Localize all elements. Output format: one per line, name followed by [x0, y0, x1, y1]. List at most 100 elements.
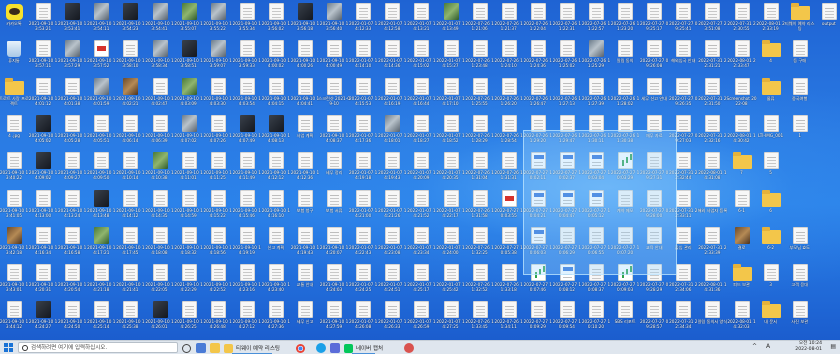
desktop-icon[interactable]: 2022-01-07 14:16:19	[378, 77, 406, 114]
desktop-icon[interactable]: 2021-09-10 13:58:34	[145, 39, 174, 76]
desktop[interactable]: 카카오톡 2021-09-10 13:53:21 2021-09-10 13:53:…	[0, 0, 840, 340]
desktop-icon[interactable]: 2021-09-10 14:00:02	[262, 39, 290, 76]
desktop-icon[interactable]: 2022-08-01 14:32:03	[727, 300, 756, 337]
desktop-icon[interactable]: 2022-01-07 14:13:21	[407, 2, 436, 39]
desktop-icon[interactable]: 2022-01-07 14:23:34	[407, 226, 436, 263]
desktop-icon[interactable]: 휴지통	[1, 39, 27, 76]
desktop-icon[interactable]: 2022-07-26 11:23:20	[611, 2, 639, 39]
desktop-icon[interactable]: 고객 응대	[787, 263, 813, 300]
desktop-icon[interactable]: 2021-09-10 14:24:03	[320, 263, 348, 300]
desktop-icon[interactable]: 2021-09-10 14:11:01	[174, 151, 203, 188]
store-icon[interactable]	[330, 343, 340, 353]
desktop-icon[interactable]: 6-2	[758, 226, 784, 263]
windows-start-icon[interactable]	[4, 343, 14, 353]
desktop-icon[interactable]: 2022-01-07 14:14:10	[349, 39, 377, 76]
desktop-icon[interactable]: 2021-09-10 14:01:12	[29, 77, 57, 114]
desktop-icon[interactable]: 2022-01-07 14:22:17	[436, 189, 465, 226]
desktop-icon[interactable]: 교통 안내	[292, 263, 318, 300]
desktop-icon[interactable]: 2021-09-10 14:24:27	[29, 300, 57, 337]
desktop-icon[interactable]: 2021-09-10 14:06:14	[116, 114, 145, 151]
desktop-icon[interactable]: 2022-01-07 14:26:59	[407, 300, 436, 337]
desktop-icon[interactable]: 알림 동의서 양식	[698, 300, 727, 337]
desktop-icon[interactable]: 2021-09-10 13:55:22	[204, 2, 232, 39]
desktop-icon[interactable]: 2022-01-07 14:26:33	[378, 300, 406, 337]
desktop-icon[interactable]: 2022-07-26 11:26:47	[524, 77, 552, 114]
desktop-icon[interactable]: 2021-09-10 14:03:09	[174, 77, 203, 114]
desktop-icon[interactable]: 2022-07-26 11:28:54	[495, 114, 523, 151]
desktop-icon[interactable]: 2022-01-07 14:19:43	[378, 151, 406, 188]
taskbar-app-folder[interactable]: 티웨이 예약 리스팅	[224, 342, 280, 354]
desktop-icon[interactable]: 2021-09-10 14:20:31	[29, 263, 57, 300]
desktop-icon[interactable]: 2022-07-26 11:21:37	[495, 2, 523, 39]
desktop-icon[interactable]: 2022-07-26 11:22:57	[582, 2, 610, 39]
desktop-icon[interactable]: 2021-09-10 14:15:46	[233, 189, 261, 226]
desktop-icon[interactable]: 2021-09-10 14:19:19	[233, 226, 261, 263]
desktop-icon[interactable]: 2021-09-10 13:40:22	[0, 151, 28, 188]
desktop-icon[interactable]: 2022-01-07 14:21:52	[407, 189, 436, 226]
desktop-icon[interactable]: 2021-09-10 14:18:56	[204, 226, 232, 263]
desktop-icon[interactable]: 2022-01-07 14:27:25	[436, 300, 465, 337]
desktop-icon[interactable]: 사업 계획	[292, 114, 318, 151]
desktop-icon[interactable]: 2022-07-27 09:25:41	[669, 2, 697, 39]
desktop-icon[interactable]: 2022-01-07 14:18:52	[436, 114, 465, 151]
desktop-icon[interactable]: 2021-09-10 13:54:41	[145, 2, 174, 39]
desktop-icon[interactable]: 2021-09-10 14:07:49	[233, 114, 261, 151]
desktop-icon[interactable]: 해외입국 안내	[670, 39, 696, 76]
desktop-icon[interactable]: 2022-08-01 22:33:19	[756, 2, 785, 39]
desktop-icon[interactable]: 2022-07-31 22:33:39	[698, 226, 727, 263]
desktop-icon[interactable]: 2022-07-26 11:32:52	[465, 263, 494, 300]
desktop-icon[interactable]: 2021-09-10 14:02:47	[145, 77, 174, 114]
desktop-icon[interactable]: 2021-09-10 14:08:37	[320, 114, 348, 151]
desktop-icon[interactable]: 2021-09-10 14:07:26	[204, 114, 232, 151]
desktop-icon[interactable]: 2022-01-07 14:17:10	[436, 77, 465, 114]
desktop-icon[interactable]: 2021-09-10 14:05:51	[87, 114, 115, 151]
tray-lang-indicator[interactable]: A	[766, 343, 770, 350]
desktop-icon[interactable]: 2021-09-10 14:06:39	[145, 114, 174, 151]
desktop-icon[interactable]: 2021-09-10 14:21:18	[87, 263, 115, 300]
desktop-icon[interactable]: 2022-01-07 14:18:01	[378, 114, 406, 151]
desktop-icon[interactable]: 2022-07-26 11:28:02	[611, 77, 639, 114]
desktop-icon[interactable]: 2022-07-26 11:22:31	[553, 2, 581, 39]
desktop-icon[interactable]: 2022-07-26 11:28:29	[465, 114, 494, 151]
desktop-icon[interactable]: 2021-09-10 14:17:45	[116, 226, 145, 263]
desktop-icon[interactable]: SBS 리포트	[612, 300, 638, 337]
desktop-icon[interactable]: 6	[758, 189, 784, 226]
desktop-icon[interactable]: 6-1	[729, 189, 755, 226]
desktop-icon[interactable]: 7	[729, 151, 755, 188]
desktop-icon[interactable]: 2022-07-26 11:27:39	[582, 77, 610, 114]
desktop-icon[interactable]: 2022-07-27 09:26:08	[640, 39, 668, 76]
desktop-icon[interactable]: output	[816, 2, 840, 39]
desktop-icon[interactable]: 보험 청구	[292, 189, 318, 226]
desktop-icon[interactable]: 2021-09-10 14:16:10	[262, 189, 290, 226]
desktop-icon[interactable]: 세무 정리	[321, 151, 347, 188]
desktop-icon[interactable]: 2021-09-10 14:09:27	[58, 151, 86, 188]
desktop-icon[interactable]: 2022-08-01 14:31:36	[698, 263, 727, 300]
desktop-icon[interactable]: 2021-09-10 14:26:48	[204, 300, 232, 337]
desktop-icon[interactable]: 2021-09-10 13:53:41	[58, 2, 86, 39]
desktop-icon[interactable]: 2021-09-10 14:08:13	[262, 114, 290, 151]
desktop-icon[interactable]: 2022-01-07 14:15:53	[349, 77, 377, 114]
desktop-icon[interactable]: 1	[787, 114, 813, 151]
desktop-icon[interactable]: 2021-09-10 13:58:10	[116, 39, 145, 76]
desktop-icon[interactable]: 사진 보관	[787, 300, 813, 337]
desktop-icon[interactable]: 2021-09-10 13:54:23	[116, 2, 145, 39]
desktop-icon[interactable]: 2021-09-10 14:18:08	[145, 226, 174, 263]
desktop-icon[interactable]: 2022-01-07 14:26:08	[349, 300, 377, 337]
desktop-icon[interactable]: 2021-09-10 14:05:28	[58, 114, 86, 151]
desktop-icon[interactable]: 스크린샷 2021-09-10	[318, 77, 350, 114]
desktop-icon[interactable]: 등 구매	[787, 39, 813, 76]
desktop-icon[interactable]: 결로	[729, 226, 755, 263]
desktop-icon[interactable]: 2022-07-27 10:05:38	[495, 226, 523, 263]
desktop-icon[interactable]: LTI-IMG_001	[758, 114, 784, 151]
desktop-icon[interactable]: 2022-08-01 22:33:47	[727, 39, 756, 76]
desktop-icon[interactable]: 해외 사업자 등록	[698, 189, 727, 226]
desktop-icon[interactable]: 2021-09-10 13:42:18	[0, 226, 28, 263]
desktop-icon[interactable]: 2021-09-10 13:59:07	[204, 39, 232, 76]
desktop-icon[interactable]: 2022-01-07 14:23:08	[378, 226, 406, 263]
desktop-icon[interactable]: 2021-09-10 14:10:14	[116, 151, 145, 188]
desktop-icon[interactable]: 내 문서	[758, 300, 784, 337]
desktop-icon[interactable]: 2022-07-27 10:09:54	[553, 300, 581, 337]
desktop-icon[interactable]: 2022-07-27 09:26:35	[669, 77, 697, 114]
taskbar-app-chrome[interactable]	[296, 342, 305, 354]
desktop-icon[interactable]: 2021-09-10 14:20:54	[58, 263, 86, 300]
